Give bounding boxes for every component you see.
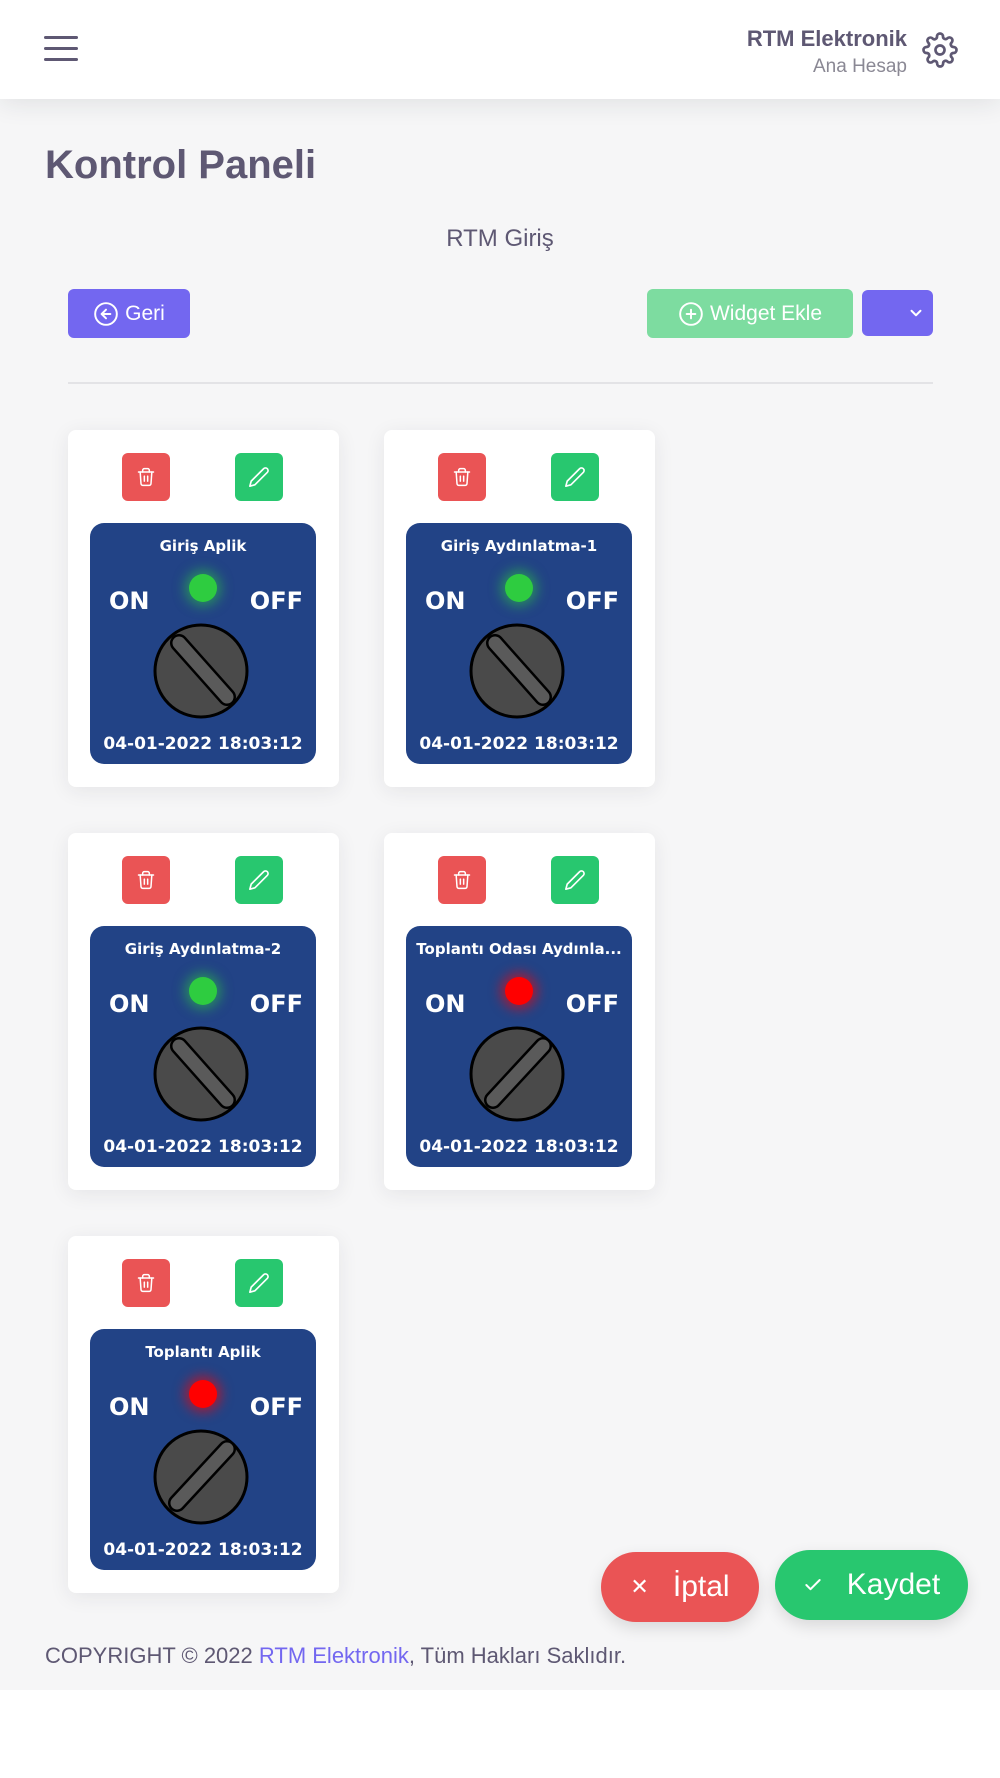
chevron-down-icon xyxy=(910,309,921,317)
widget-title: Giriş Aydınlatma-2 xyxy=(124,940,282,958)
off-label: OFF xyxy=(565,990,619,1018)
off-label: OFF xyxy=(249,587,303,615)
edit-widget-button[interactable] xyxy=(235,453,283,501)
delete-widget-button[interactable] xyxy=(438,453,486,501)
cancel-button-label: İptal xyxy=(672,1570,730,1603)
on-label: ON xyxy=(425,990,466,1018)
widget-title: Giriş Aplik xyxy=(159,537,247,555)
on-label: ON xyxy=(109,587,150,615)
switch-widget: Toplantı Odası Aydınla... ON OFF 04-01-2022… xyxy=(406,926,632,1167)
widget-timestamp: 04-01-2022 18:03:12 xyxy=(103,1540,303,1560)
close-icon: ✕ xyxy=(630,1574,649,1599)
edit-widget-button[interactable] xyxy=(235,856,283,904)
rotary-switch-knob[interactable] xyxy=(151,1425,251,1525)
edit-widget-button[interactable] xyxy=(551,453,599,501)
widget-timestamp: 04-01-2022 18:03:12 xyxy=(419,734,619,754)
footer: COPYRIGHT © 2022 RTM Elektronik, Tüm Hak… xyxy=(45,1643,626,1669)
trash-icon xyxy=(452,870,472,890)
rotary-switch-knob[interactable] xyxy=(467,1022,567,1122)
trash-icon xyxy=(136,467,156,487)
cancel-button[interactable]: ✕ İptal xyxy=(601,1552,759,1622)
delete-widget-button[interactable] xyxy=(438,856,486,904)
page-title: Kontrol Paneli xyxy=(45,143,317,187)
widget-title: Toplantı Aplik xyxy=(145,1343,261,1361)
off-label: OFF xyxy=(249,1393,303,1421)
on-label: ON xyxy=(109,990,150,1018)
save-button-label: Kaydet xyxy=(846,1568,941,1601)
status-led xyxy=(505,977,533,1005)
page-subtitle: RTM Giriş xyxy=(446,225,554,252)
on-label: ON xyxy=(425,587,466,615)
trash-icon xyxy=(452,467,472,487)
delete-widget-button[interactable] xyxy=(122,453,170,501)
widget-card: Toplantı Odası Aydınla... ON OFF 04-01-2022… xyxy=(384,833,655,1190)
delete-widget-button[interactable] xyxy=(122,856,170,904)
rotary-switch-knob[interactable] xyxy=(467,619,567,719)
widget-title: Giriş Aydınlatma-1 xyxy=(440,537,598,555)
status-led xyxy=(505,574,533,602)
divider xyxy=(68,382,933,384)
widget-timestamp: 04-01-2022 18:03:12 xyxy=(103,1137,303,1157)
arrow-left-circle-icon xyxy=(94,301,118,326)
options-dropdown-button[interactable] xyxy=(862,290,933,336)
pencil-icon xyxy=(248,869,270,891)
add-widget-button[interactable]: Widget Ekle xyxy=(647,289,853,338)
widget-timestamp: 04-01-2022 18:03:12 xyxy=(419,1137,619,1157)
footer-rights: , Tüm Hakları Saklıdır. xyxy=(408,1643,627,1668)
rotary-switch-knob[interactable] xyxy=(151,1022,251,1122)
pencil-icon xyxy=(248,1272,270,1294)
app-root: RTM Elektronik Ana Hesap Kontrol Paneli … xyxy=(0,0,1000,1690)
save-button[interactable]: Kaydet xyxy=(775,1550,968,1620)
pencil-icon xyxy=(564,466,586,488)
off-label: OFF xyxy=(249,990,303,1018)
pencil-icon xyxy=(248,466,270,488)
widget-card: Giriş Aydınlatma-1 ON OFF 04-01-2022 18:03:… xyxy=(384,430,655,787)
footer-copyright: COPYRIGHT © 2022 xyxy=(45,1643,259,1668)
status-led xyxy=(189,977,217,1005)
widget-card: Toplantı Aplik ON OFF 04-01-2022 18:03:12 xyxy=(68,1236,339,1593)
widget-timestamp: 04-01-2022 18:03:12 xyxy=(103,734,303,754)
off-label: OFF xyxy=(565,587,619,615)
widget-card: Giriş Aplik ON OFF 04-01-2022 18:03:12 xyxy=(68,430,339,787)
add-widget-label: Widget Ekle xyxy=(709,301,823,325)
rotary-switch-knob[interactable] xyxy=(151,619,251,719)
widget-card: Giriş Aydınlatma-2 ON OFF 04-01-2022 18:03:… xyxy=(68,833,339,1190)
delete-widget-button[interactable] xyxy=(122,1259,170,1307)
menu-icon[interactable] xyxy=(44,36,78,64)
edit-widget-button[interactable] xyxy=(551,856,599,904)
top-navbar: RTM Elektronik Ana Hesap xyxy=(0,0,1000,99)
back-button-label: Geri xyxy=(125,301,165,325)
switch-widget: Giriş Aplik ON OFF 04-01-2022 18:03:12 xyxy=(90,523,316,764)
widget-title: Toplantı Odası Aydınla... xyxy=(416,940,622,958)
switch-widget: Toplantı Aplik ON OFF 04-01-2022 18:03:12 xyxy=(90,1329,316,1570)
status-led xyxy=(189,574,217,602)
user-role: Ana Hesap xyxy=(812,56,907,77)
switch-widget: Giriş Aydınlatma-2 ON OFF 04-01-2022 18:03:… xyxy=(90,926,316,1167)
footer-brand-link[interactable]: RTM Elektronik xyxy=(259,1643,409,1668)
edit-widget-button[interactable] xyxy=(235,1259,283,1307)
switch-widget: Giriş Aydınlatma-1 ON OFF 04-01-2022 18:03:… xyxy=(406,523,632,764)
on-label: ON xyxy=(109,1393,150,1421)
trash-icon xyxy=(136,1273,156,1293)
user-name[interactable]: RTM Elektronik xyxy=(747,26,907,52)
back-button[interactable]: Geri xyxy=(68,289,190,338)
pencil-icon xyxy=(564,869,586,891)
plus-circle-icon xyxy=(679,301,703,326)
status-led xyxy=(189,1380,217,1408)
gear-icon[interactable] xyxy=(922,32,958,68)
check-icon xyxy=(805,1579,821,1591)
trash-icon xyxy=(136,870,156,890)
